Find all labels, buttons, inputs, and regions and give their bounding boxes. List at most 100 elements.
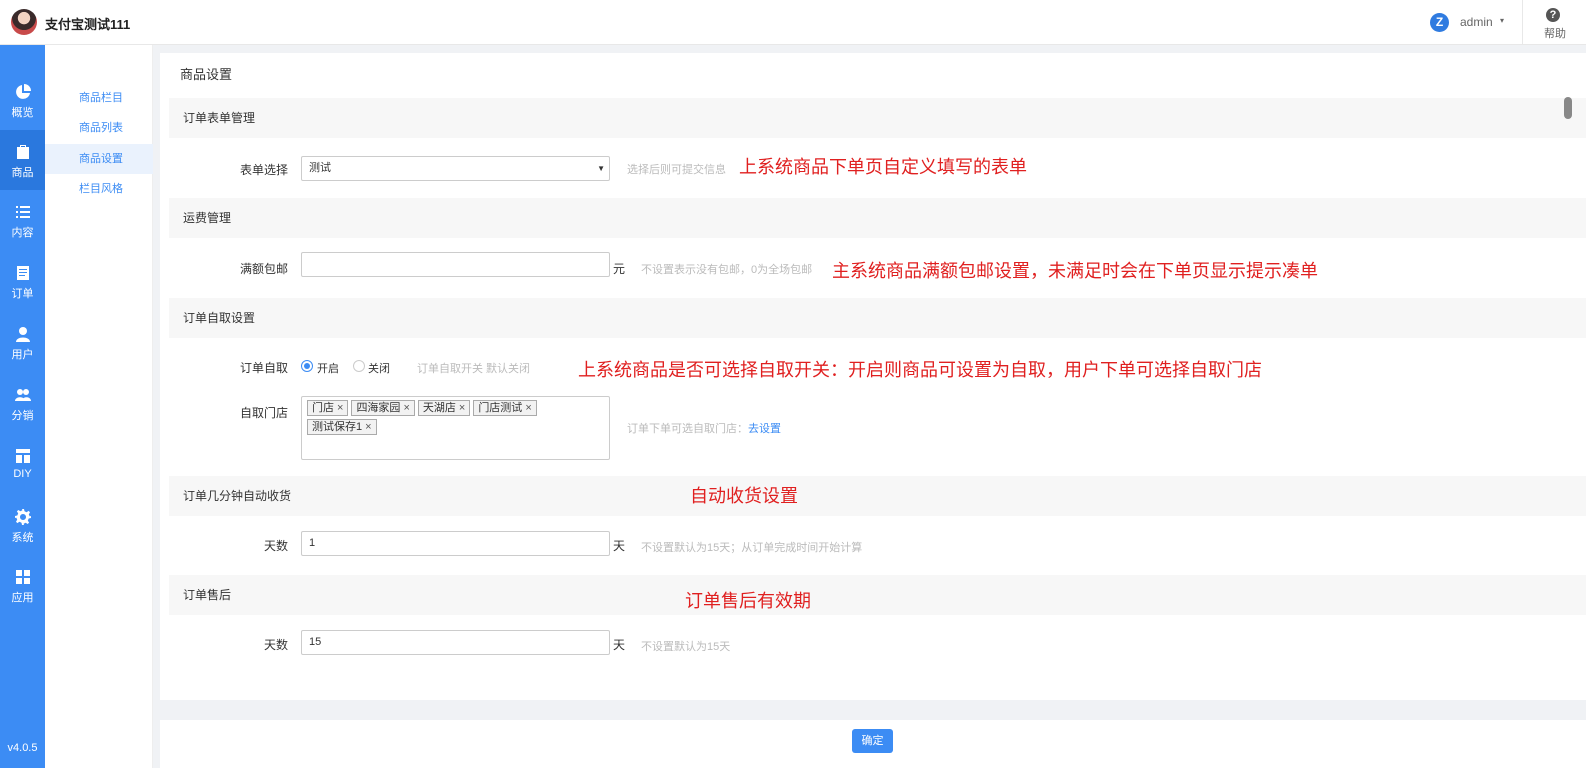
receive-days-hint: 不设置默认为15天；从订单完成时间开始计算 bbox=[641, 542, 863, 554]
nav-label: 商品 bbox=[11, 167, 34, 179]
store-tag[interactable]: 门店测试 × bbox=[473, 400, 537, 416]
pickup-switch-hint: 订单自取开关 默认关闭 bbox=[417, 363, 531, 375]
free-shipping-hint: 不设置表示没有包邮，0为全场包邮 bbox=[641, 264, 813, 276]
nav-label: 内容 bbox=[11, 227, 34, 239]
divider bbox=[1522, 0, 1523, 45]
gear-icon bbox=[14, 509, 31, 525]
pickup-stores-hint: 订单下单可选自取门店：去设置 bbox=[627, 420, 781, 436]
store-tag[interactable]: 天湖店 × bbox=[417, 400, 471, 416]
store-tag[interactable]: 测试保存1 × bbox=[307, 419, 377, 435]
pickup-on-radio[interactable] bbox=[301, 360, 313, 372]
main-sidebar: 概览 商品 内容 订单 用户 分销 DIY 系统 应用 v4.0.5 bbox=[0, 45, 45, 768]
close-icon[interactable]: × bbox=[525, 402, 531, 414]
store-tag-label: 门店 bbox=[312, 402, 334, 414]
nav-item-overview[interactable]: 概览 bbox=[0, 70, 45, 130]
close-icon[interactable]: × bbox=[337, 402, 343, 414]
scrollbar-handle[interactable] bbox=[1564, 97, 1572, 119]
nav-label: 用户 bbox=[11, 349, 34, 361]
pie-chart-icon bbox=[15, 84, 31, 99]
store-tag[interactable]: 四海家园 × bbox=[351, 400, 415, 416]
pickup-switch-label: 订单自取 bbox=[239, 361, 288, 375]
goto-settings-link[interactable]: 去设置 bbox=[748, 423, 781, 435]
user-logo-icon: Z bbox=[1430, 13, 1449, 32]
order-icon bbox=[16, 266, 29, 280]
chevron-down-icon: ▼ bbox=[597, 164, 605, 173]
subnav-item-settings[interactable]: 商品设置 bbox=[45, 144, 153, 174]
list-icon bbox=[15, 206, 30, 218]
bag-icon bbox=[16, 145, 29, 159]
free-shipping-input[interactable] bbox=[301, 252, 610, 277]
nav-item-distribution[interactable]: 分销 bbox=[0, 373, 45, 433]
nav-item-system[interactable]: 系统 bbox=[0, 495, 45, 555]
close-icon[interactable]: × bbox=[403, 402, 409, 414]
nav-label: DIY bbox=[13, 468, 32, 480]
nav-item-goods[interactable]: 商品 bbox=[0, 130, 45, 190]
receive-days-unit: 天 bbox=[613, 539, 626, 553]
nav-label: 订单 bbox=[11, 288, 34, 300]
after-sale-days-hint: 不设置默认为15天 bbox=[641, 641, 731, 653]
store-tag-label: 测试保存1 bbox=[312, 421, 363, 433]
section-after-sale: 订单售后 bbox=[169, 575, 1586, 615]
pickup-stores-select[interactable]: 门店 × 四海家园 × 天湖店 × 门店测试 ×测试保存1 × bbox=[301, 396, 610, 460]
receive-days-label: 天数 bbox=[263, 539, 288, 553]
nav-label: 概览 bbox=[11, 107, 34, 119]
nav-item-content[interactable]: 内容 bbox=[0, 190, 45, 250]
form-select[interactable]: 测试 ▼ bbox=[301, 156, 610, 181]
free-shipping-unit: 元 bbox=[613, 262, 626, 276]
store-tag-label: 四海家园 bbox=[356, 402, 401, 414]
help-label[interactable]: 帮助 bbox=[1544, 25, 1566, 41]
pickup-off-radio[interactable] bbox=[353, 360, 365, 372]
receive-days-input[interactable]: 1 bbox=[301, 531, 610, 556]
version-label: v4.0.5 bbox=[7, 742, 38, 754]
annotation-pickup: 上系统商品是否可选择自取开关：开启则商品可设置为自取，用户下单可选择自取门店 bbox=[578, 360, 1262, 380]
pickup-stores-hint-text: 订单下单可选自取门店： bbox=[627, 423, 748, 435]
section-freight: 运费管理 bbox=[169, 198, 1586, 238]
layout-icon bbox=[15, 449, 30, 463]
store-tag-label: 门店测试 bbox=[478, 402, 523, 414]
confirm-button[interactable]: 确定 bbox=[852, 729, 893, 753]
app-title: 支付宝测试111 bbox=[45, 17, 131, 32]
help-icon[interactable]: ? bbox=[1546, 8, 1560, 22]
store-tag[interactable]: 门店 × bbox=[307, 400, 349, 416]
subnav-item-list[interactable]: 商品列表 bbox=[45, 113, 153, 143]
user-icon bbox=[15, 327, 30, 342]
pickup-stores-label: 自取门店 bbox=[239, 406, 288, 420]
nav-label: 应用 bbox=[11, 592, 34, 604]
sub-sidebar: 商品栏目 商品列表 商品设置 栏目风格 bbox=[45, 45, 153, 768]
main-content: 商品设置 订单表单管理 表单选择 测试 ▼ 选择后则可提交信息 上系统商品下单页… bbox=[160, 53, 1586, 700]
subnav-item-style[interactable]: 栏目风格 bbox=[45, 174, 153, 204]
store-tag-label: 天湖店 bbox=[422, 402, 456, 414]
grid-icon bbox=[15, 570, 30, 584]
after-sale-days-label: 天数 bbox=[263, 638, 288, 652]
free-shipping-label: 满额包邮 bbox=[239, 262, 288, 276]
chevron-down-icon[interactable]: ▾ bbox=[1500, 16, 1504, 25]
group-icon bbox=[14, 389, 31, 401]
close-icon[interactable]: × bbox=[459, 402, 465, 414]
annotation-auto-receive: 自动收货设置 bbox=[690, 486, 798, 506]
after-sale-days-input[interactable]: 15 bbox=[301, 630, 610, 655]
after-sale-days-unit: 天 bbox=[613, 638, 626, 652]
page-title: 商品设置 bbox=[180, 67, 233, 82]
form-select-hint: 选择后则可提交信息 bbox=[627, 164, 726, 176]
form-select-label: 表单选择 bbox=[239, 163, 288, 177]
nav-label: 系统 bbox=[11, 532, 34, 544]
form-select-value: 测试 bbox=[309, 162, 331, 174]
pickup-on-label[interactable]: 开启 bbox=[317, 360, 339, 376]
subnav-item-category[interactable]: 商品栏目 bbox=[45, 83, 153, 113]
avatar[interactable] bbox=[11, 9, 37, 35]
section-form-mgmt: 订单表单管理 bbox=[169, 98, 1586, 138]
annotation-freight: 主系统商品满额包邮设置，未满足时会在下单页显示提示凑单 bbox=[832, 261, 1318, 281]
footer-bar: 确定 bbox=[160, 720, 1586, 768]
section-pickup: 订单自取设置 bbox=[169, 298, 1586, 338]
nav-item-diy[interactable]: DIY bbox=[0, 434, 45, 494]
close-icon[interactable]: × bbox=[365, 421, 371, 433]
nav-item-apps[interactable]: 应用 bbox=[0, 555, 45, 615]
user-name[interactable]: admin bbox=[1460, 15, 1493, 29]
nav-label: 分销 bbox=[11, 410, 34, 422]
nav-item-orders[interactable]: 订单 bbox=[0, 251, 45, 311]
pickup-off-label[interactable]: 关闭 bbox=[368, 360, 390, 376]
section-auto-receive: 订单几分钟自动收货 bbox=[169, 476, 1586, 516]
nav-item-users[interactable]: 用户 bbox=[0, 312, 45, 372]
annotation-form: 上系统商品下单页自定义填写的表单 bbox=[739, 157, 1027, 177]
annotation-after-sale: 订单售后有效期 bbox=[685, 591, 811, 611]
